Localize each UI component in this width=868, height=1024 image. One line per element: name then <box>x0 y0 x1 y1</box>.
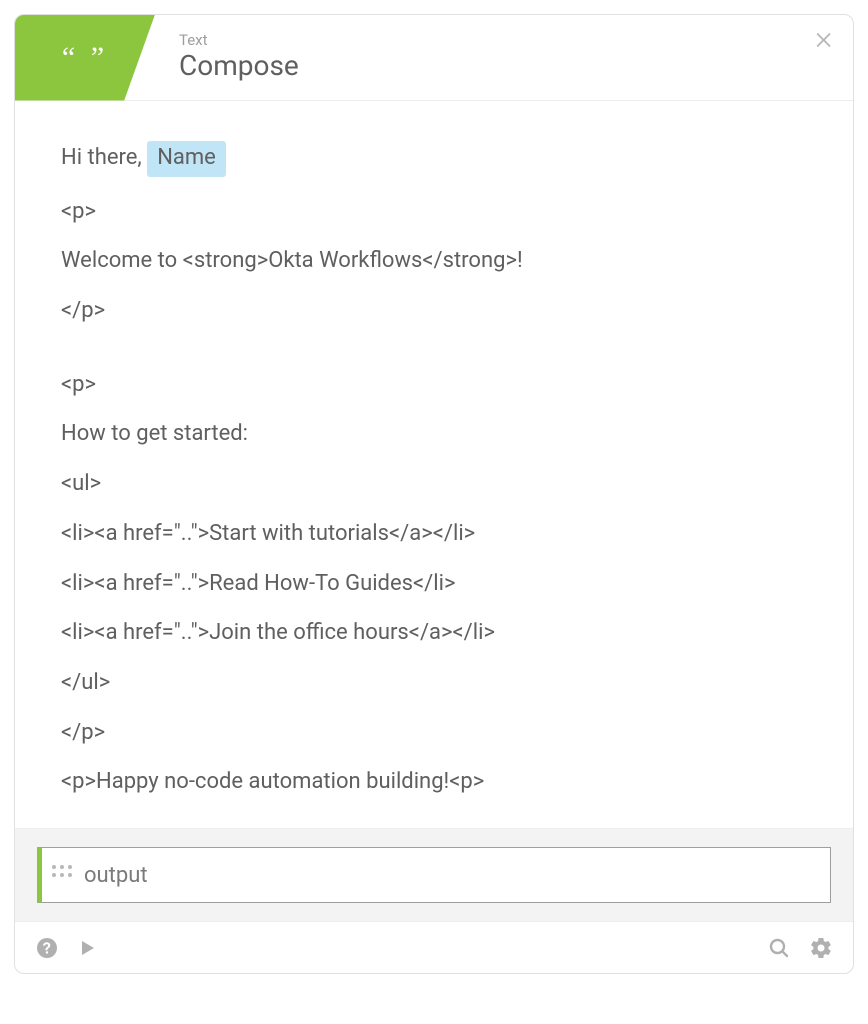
compose-body[interactable]: Hi there, Name <p> Welcome to <strong>Ok… <box>15 101 853 828</box>
card-footer <box>15 921 853 973</box>
blank-line <box>61 346 807 370</box>
output-section: output <box>15 828 853 921</box>
card-header: “ ” Text Compose <box>15 15 853 101</box>
search-icon <box>767 936 791 960</box>
drag-handle-icon[interactable] <box>52 865 72 885</box>
body-line: <p> <box>61 370 807 400</box>
body-line: <p>Happy no-code automation building!<p> <box>61 767 807 797</box>
body-line: </p> <box>61 296 807 326</box>
body-line: <p> <box>61 197 807 227</box>
header-kicker: Text <box>179 32 299 49</box>
help-icon <box>35 936 59 960</box>
quote-icon: “ ” <box>62 41 108 75</box>
card-type-badge: “ ” <box>15 15 155 101</box>
body-line: <ul> <box>61 469 807 499</box>
body-line: How to get started: <box>61 419 807 449</box>
body-line: Welcome to <strong>Okta Workflows</stron… <box>61 246 807 276</box>
body-line: <li><a href="..">Read How-To Guides</li> <box>61 569 807 599</box>
body-line: <li><a href="..">Start with tutorials</a… <box>61 519 807 549</box>
search-button[interactable] <box>767 936 791 960</box>
body-line: <li><a href="..">Join the office hours</… <box>61 618 807 648</box>
header-titles: Text Compose <box>179 32 299 82</box>
gear-icon <box>809 936 833 960</box>
close-icon <box>813 29 835 51</box>
body-line: </ul> <box>61 668 807 698</box>
greeting-line: Hi there, Name <box>61 141 807 177</box>
body-line: </p> <box>61 718 807 748</box>
output-label: output <box>84 863 148 888</box>
close-button[interactable] <box>813 27 835 57</box>
header-title: Compose <box>179 49 299 83</box>
variable-token-name[interactable]: Name <box>147 141 226 177</box>
play-icon <box>75 936 99 960</box>
output-field[interactable]: output <box>37 847 831 903</box>
help-button[interactable] <box>35 936 59 960</box>
settings-button[interactable] <box>809 936 833 960</box>
run-button[interactable] <box>75 936 99 960</box>
greeting-prefix: Hi there, <box>61 145 147 170</box>
compose-card: “ ” Text Compose Hi there, Name <p> Welc… <box>14 14 854 974</box>
